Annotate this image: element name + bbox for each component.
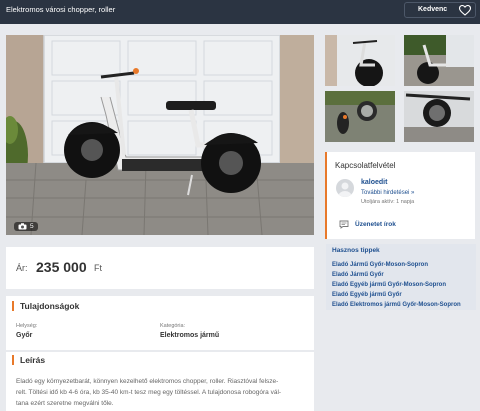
properties-title: Tulajdonságok [12,301,79,311]
description-line: relt. Töltési idő kb 4-6 óra, kb 35-40 k… [16,389,282,396]
category-label: Kategória: [160,323,186,329]
thumbnail-image [404,35,474,86]
favorite-label: Kedvenc [418,6,448,13]
camera-icon [18,223,27,230]
seller-username[interactable]: kaloedit [361,179,387,186]
thumbnail-2[interactable] [404,35,474,86]
top-bar: Elektromos városi chopper, roller Kedven… [0,0,480,24]
tips-title: Hasznos tippek [332,247,380,254]
properties-card: Tulajdonságok Helység: Győr Kategória: E… [6,296,314,350]
photo-count-badge[interactable]: 5 [14,222,38,231]
thumbnail-3[interactable] [325,91,395,142]
description-text: Eladó egy környezetbarát, könnyen kezelh… [16,376,308,409]
tip-link[interactable]: Eladó Egyéb jármű Győr [332,292,402,298]
thumbnail-image [325,91,395,142]
price-label: Ár: [16,263,28,273]
contact-card: Kapcsolatfelvétel kaloedit További hirde… [325,152,475,239]
location-value: Győr [16,332,33,339]
tip-link[interactable]: Eladó Egyéb jármű Győr-Moson-Sopron [332,282,446,288]
thumbnail-image [404,91,474,142]
tip-link[interactable]: Eladó Jármű Győr-Moson-Sopron [332,262,428,268]
description-line: Eladó egy környezetbarát, könnyen kezelh… [16,378,279,385]
more-ads-link[interactable]: További hirdetései » [361,190,414,196]
send-message-link[interactable]: Üzenetet írok [339,220,396,229]
avatar-placeholder [338,182,352,197]
description-title: Leírás [12,355,45,365]
heart-icon [459,5,471,16]
send-message-label: Üzenetet írok [355,221,396,228]
location-label: Helység: [16,323,38,329]
description-line: tana ezért szeretne megválni tőle. [16,400,114,407]
favorite-button[interactable]: Kedvenc [404,2,476,18]
price-value: 235 000 [36,259,87,275]
ad-title: Elektromos városi chopper, roller [6,5,116,14]
thumbnail-1[interactable] [325,35,395,86]
tip-link[interactable]: Eladó Jármű Győr [332,272,384,278]
last-active-text: Utoljára aktív: 1 napja [361,199,415,205]
thumbnail-4[interactable] [404,91,474,142]
message-icon [339,220,349,229]
thumbnail-image [325,35,395,86]
contact-title: Kapcsolatfelvétel [335,161,396,170]
main-photo[interactable]: 5 [6,35,314,235]
avatar[interactable] [336,179,354,197]
price-card: Ár: 235 000 Ft [6,247,314,289]
price-currency: Ft [94,263,102,273]
photo-count: 5 [30,223,34,230]
scooter-photo [6,35,314,235]
category-value: Elektromos jármű [160,332,220,339]
useful-tips: Hasznos tippek Eladó Jármű Győr-Moson-So… [326,244,476,310]
description-card: Leírás Eladó egy környezetbarát, könnyen… [6,352,314,411]
tip-link[interactable]: Eladó Elektromos jármű Győr-Moson-Sopron [332,302,461,308]
